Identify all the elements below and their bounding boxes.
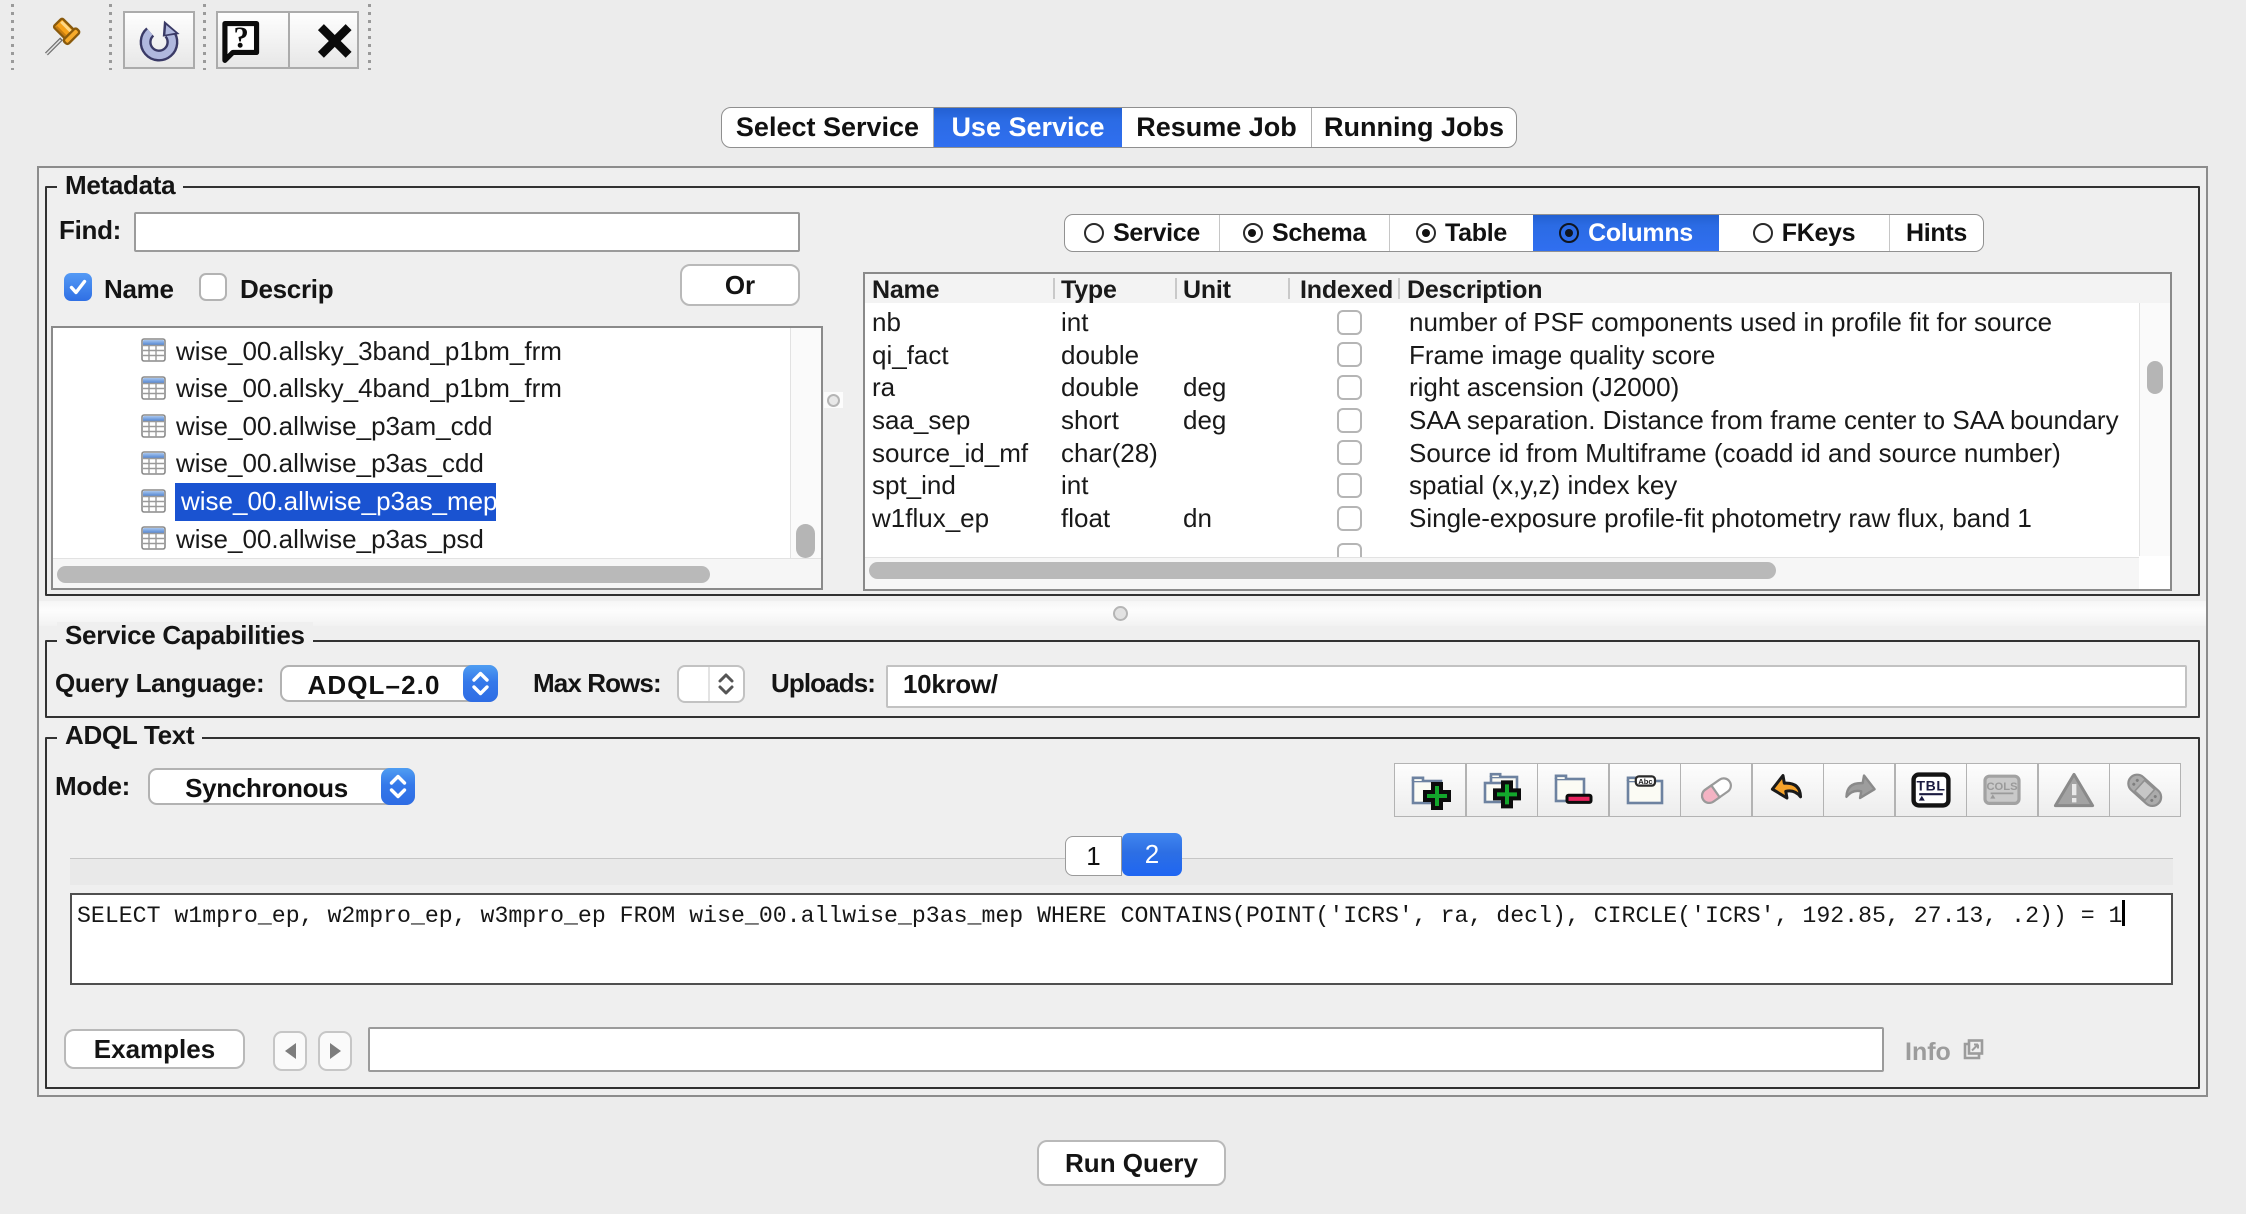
svg-text:TBL: TBL (1916, 778, 1945, 794)
svg-text:?: ? (233, 21, 248, 55)
svg-text:Abc: Abc (1638, 777, 1652, 786)
svg-text:COLS: COLS (1986, 781, 2018, 793)
